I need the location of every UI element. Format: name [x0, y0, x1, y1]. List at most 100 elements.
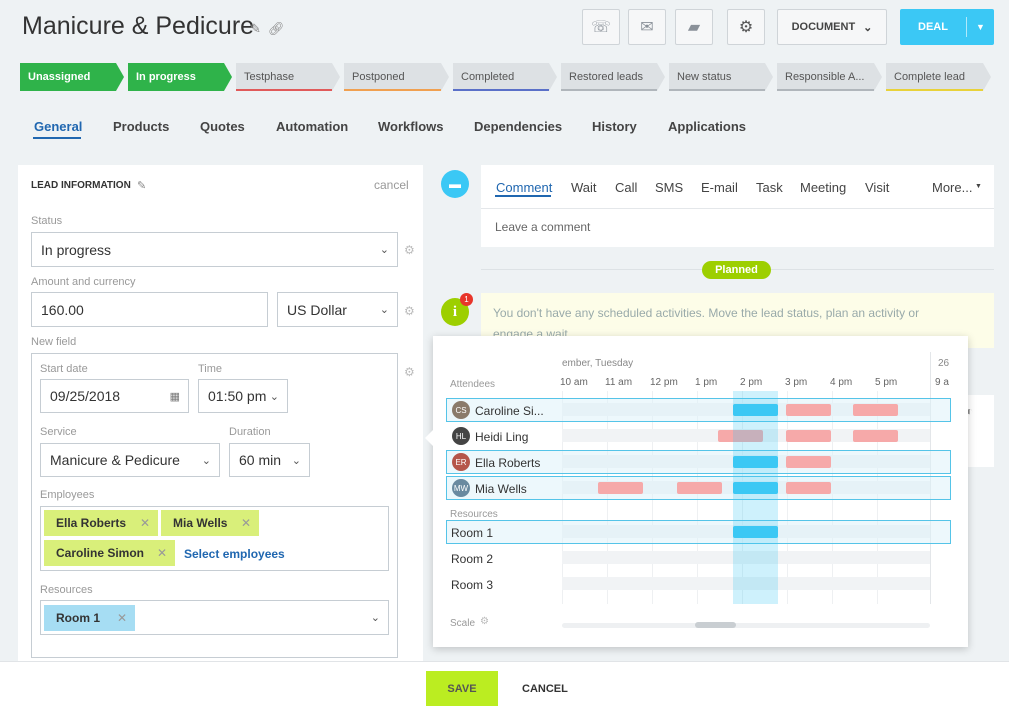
save-button[interactable]: SAVE [426, 671, 498, 706]
horizontal-scrollbar[interactable] [562, 623, 930, 628]
info-text: You don't have any scheduled activities.… [493, 306, 920, 339]
close-icon[interactable]: ✕ [140, 516, 150, 530]
tab-workflows[interactable]: Workflows [378, 119, 444, 134]
tab-dependencies[interactable]: Dependencies [474, 119, 562, 134]
comment-input[interactable]: Leave a comment [495, 220, 590, 234]
duration-label: Duration [229, 426, 271, 438]
time-label: 12 pm [650, 377, 678, 388]
comment-bubble-icon: ▬ [441, 170, 469, 198]
close-icon[interactable]: ✕ [157, 546, 167, 560]
chevron-down-icon: ⌄ [379, 304, 389, 316]
tab-quotes[interactable]: Quotes [200, 119, 245, 134]
activity-tab-task[interactable]: Task [756, 180, 783, 195]
employee-chip: Mia Wells ✕ [161, 510, 259, 536]
busy-block[interactable] [853, 430, 898, 442]
scrollbar-thumb[interactable] [695, 622, 736, 628]
stage-8[interactable]: Responsible A... [777, 63, 882, 91]
select-employees-link[interactable]: Select employees [184, 547, 285, 561]
busy-block[interactable] [598, 482, 643, 494]
pencil-icon[interactable]: ✎ [250, 22, 263, 35]
calendar-icon[interactable]: ▦ [170, 390, 180, 403]
status-select[interactable]: In progress ⌄ [31, 232, 398, 267]
time-label: Time [198, 363, 223, 375]
gear-icon[interactable]: ⚙ [404, 304, 415, 318]
busy-block[interactable] [853, 404, 898, 416]
time-label: 11 am [605, 377, 633, 388]
resources-select[interactable]: Room 1 ✕ ⌄ [40, 600, 389, 635]
amount-label: Amount and currency [31, 276, 136, 288]
popup-arrow [425, 430, 433, 446]
stage-6[interactable]: Restored leads [561, 63, 665, 91]
stage-7[interactable]: New status [669, 63, 773, 91]
attendee-name[interactable]: Ella Roberts [475, 456, 540, 470]
activity-tab-sms[interactable]: SMS [655, 180, 683, 195]
attendee-name[interactable]: Caroline Si... [475, 404, 544, 418]
start-date-input[interactable]: 09/25/2018 ▦ [40, 379, 189, 413]
activity-tab-more[interactable]: More... [932, 180, 972, 195]
deal-label: DEAL [918, 21, 948, 33]
activity-tab-comment[interactable]: Comment [496, 180, 552, 195]
phone-button[interactable]: ☏ [582, 9, 620, 45]
amount-input[interactable]: 160.00 [31, 292, 268, 327]
duration-select[interactable]: 60 min ⌄ [229, 443, 310, 477]
attendee-name[interactable]: Mia Wells [475, 482, 527, 496]
document-button[interactable]: DOCUMENT ⌄ [777, 9, 887, 45]
gear-icon[interactable]: ⚙ [480, 616, 489, 627]
cancel-link[interactable]: cancel [374, 178, 409, 192]
employee-chip: Ella Roberts ✕ [44, 510, 158, 536]
busy-block[interactable] [786, 482, 831, 494]
stage-1[interactable]: Unassigned [20, 63, 124, 91]
chevron-down-icon: ⌄ [269, 390, 279, 403]
chat-button[interactable]: ▰ [675, 9, 713, 45]
resources-label: Resources [40, 584, 93, 596]
activity-tab-email[interactable]: E-mail [701, 180, 738, 195]
stage-4[interactable]: Postponed [344, 63, 449, 91]
tab-applications[interactable]: Applications [668, 119, 746, 134]
settings-button[interactable]: ⚙ [727, 9, 765, 45]
room-name[interactable]: Room 3 [451, 578, 493, 592]
attendee-name[interactable]: Heidi Ling [475, 430, 528, 444]
cancel-button[interactable]: CANCEL [522, 683, 568, 695]
pencil-icon[interactable]: ✎ [137, 180, 150, 193]
stage-9[interactable]: Complete lead [886, 63, 991, 91]
tab-history[interactable]: History [592, 119, 637, 134]
tab-automation[interactable]: Automation [276, 119, 348, 134]
gear-icon[interactable]: ⚙ [404, 365, 415, 379]
activity-editor [481, 165, 994, 247]
busy-block[interactable] [677, 482, 722, 494]
stage-3[interactable]: Testphase [236, 63, 340, 91]
duration-value: 60 min [239, 452, 282, 468]
gear-icon[interactable]: ⚙ [404, 243, 415, 257]
time-value: 01:50 pm [208, 388, 267, 404]
link-icon[interactable]: 🔗︎ [268, 22, 285, 35]
activity-tab-visit[interactable]: Visit [865, 180, 889, 195]
activity-tab-call[interactable]: Call [615, 180, 637, 195]
selected-row[interactable] [446, 520, 951, 544]
employee-name: Caroline Simon [56, 546, 145, 560]
activity-tab-meeting[interactable]: Meeting [800, 180, 846, 195]
tab-general[interactable]: General [34, 119, 82, 134]
caret-down-icon[interactable]: ▼ [967, 22, 994, 32]
deal-button[interactable]: DEAL ▼ [900, 9, 994, 45]
attendees-label: Attendees [450, 379, 496, 390]
stage-5[interactable]: Completed [453, 63, 557, 91]
close-icon[interactable]: ✕ [117, 611, 127, 625]
close-icon[interactable]: ✕ [241, 516, 251, 530]
time-select[interactable]: 01:50 pm ⌄ [198, 379, 288, 413]
room-name[interactable]: Room 2 [451, 552, 493, 566]
busy-block[interactable] [786, 404, 831, 416]
currency-select[interactable]: US Dollar ⌄ [277, 292, 398, 327]
employee-name: Ella Roberts [56, 516, 127, 530]
avatar: MW [452, 479, 470, 497]
room-name[interactable]: Room 1 [451, 526, 493, 540]
selected-slot-column[interactable] [733, 391, 778, 604]
service-select[interactable]: Manicure & Pedicure ⌄ [40, 443, 220, 477]
email-button[interactable]: ✉ [628, 9, 666, 45]
tab-products[interactable]: Products [113, 119, 169, 134]
time-label: 4 pm [830, 377, 853, 388]
stage-2[interactable]: In progress [128, 63, 232, 91]
footer-bar [0, 661, 1009, 715]
busy-block[interactable] [786, 456, 831, 468]
busy-block[interactable] [786, 430, 831, 442]
activity-tab-wait[interactable]: Wait [571, 180, 597, 195]
